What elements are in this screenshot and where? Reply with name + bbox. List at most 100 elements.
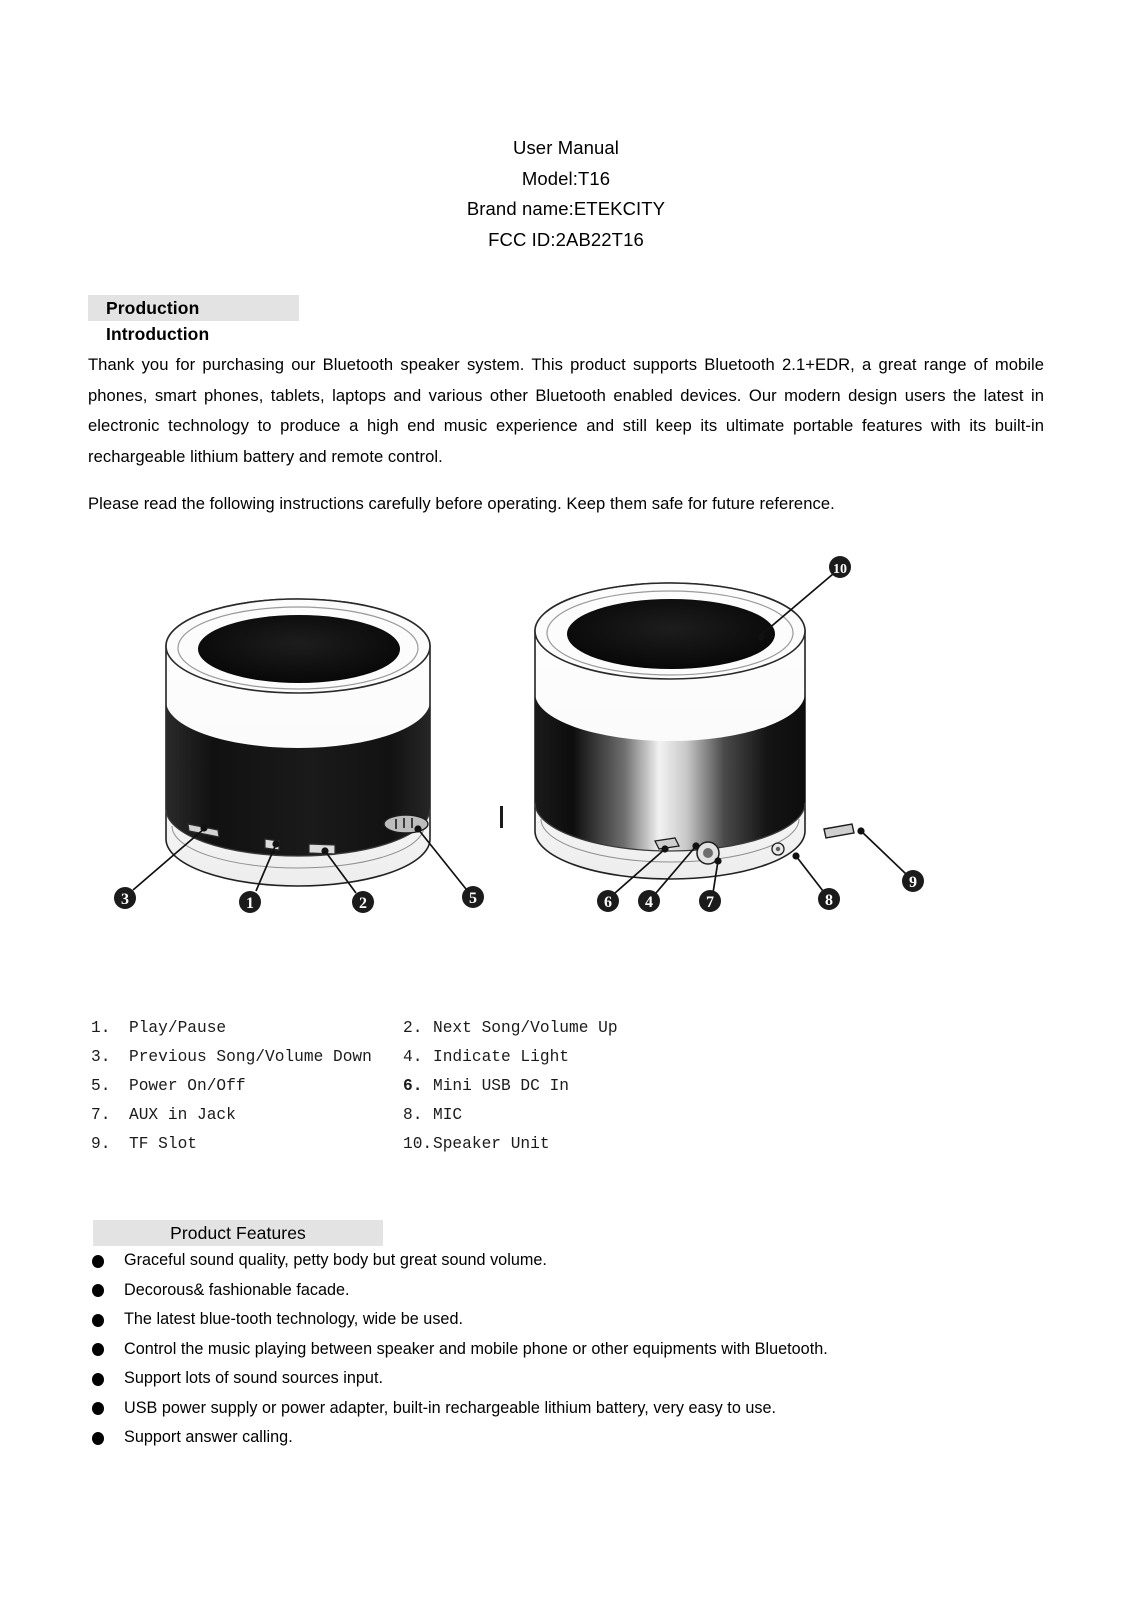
- callout-9: 9: [902, 870, 924, 893]
- product-diagram: 3 1 2 5 10 6 4 7 8 9: [88, 541, 1044, 961]
- bullet-icon: [88, 1394, 124, 1424]
- parts-item-3-number: 3.: [91, 1047, 111, 1066]
- speaker-unit-cone: [567, 599, 775, 670]
- callout-7-label: 7: [706, 894, 714, 911]
- parts-item-9-label: TF Slot: [129, 1134, 197, 1153]
- introduction-note: Please read the following instructions c…: [88, 493, 835, 513]
- section-heading-product-features: Product Features: [93, 1220, 383, 1247]
- speaker-front-view: 3 1 2 5: [114, 598, 484, 914]
- manual-page: User Manual Model:T16 Brand name:ETEKCIT…: [0, 0, 1132, 1600]
- parts-item-4-number: 4.: [403, 1047, 423, 1066]
- feature-item: The latest blue-tooth technology, wide b…: [88, 1305, 1044, 1335]
- callout-anchor-5: [414, 825, 422, 833]
- parts-item-1-number: 1.: [91, 1018, 111, 1037]
- callout-3-label: 3: [121, 891, 129, 908]
- parts-item-4: 4. Indicate Light: [403, 1048, 651, 1066]
- feature-item: Support answer calling.: [88, 1423, 1044, 1453]
- document-title: User Manual: [513, 137, 619, 158]
- bullet-icon: [88, 1305, 124, 1335]
- parts-item-8-label: MIC: [433, 1105, 463, 1124]
- callout-8-label: 8: [825, 892, 833, 909]
- parts-item-2-number: 2.: [403, 1018, 423, 1037]
- parts-item-4-label: Indicate Light: [433, 1047, 569, 1066]
- parts-item-5-label: Power On/Off: [129, 1076, 246, 1095]
- callout-anchor-2: [321, 847, 329, 855]
- callout-7: 7: [699, 890, 721, 913]
- callout-6: 6: [597, 890, 619, 913]
- parts-legend: 1. Play/Pause 2. Next Song/Volume Up 3. …: [91, 1013, 651, 1158]
- callout-anchor-1: [272, 840, 280, 848]
- feature-text: USB power supply or power adapter, built…: [124, 1398, 777, 1417]
- parts-item-8-number: 8.: [403, 1105, 423, 1124]
- callout-4: 4: [638, 890, 660, 913]
- speaker-cone: [198, 615, 400, 684]
- callout-2: 2: [352, 891, 374, 914]
- parts-item-2-label: Next Song/Volume Up: [433, 1018, 618, 1037]
- callout-6-label: 6: [604, 894, 612, 911]
- parts-item-7-label: AUX in Jack: [129, 1105, 236, 1124]
- bullet-icon: [88, 1276, 124, 1306]
- product-features-section: Product Features Graceful sound quality,…: [88, 1220, 1044, 1453]
- document-title-block: User Manual Model:T16 Brand name:ETEKCIT…: [88, 0, 1044, 255]
- bullet-icon: [88, 1335, 124, 1365]
- feature-text: Control the music playing between speake…: [124, 1339, 828, 1358]
- parts-item-5-number: 5.: [91, 1076, 111, 1095]
- power-switch: [383, 814, 429, 834]
- callout-4-label: 4: [645, 894, 653, 911]
- parts-item-1: 1. Play/Pause: [91, 1019, 403, 1037]
- feature-text: Support lots of sound sources input.: [124, 1369, 383, 1388]
- parts-item-3-label: Previous Song/Volume Down: [129, 1047, 372, 1066]
- parts-row: 9. TF Slot 10. Speaker Unit: [91, 1129, 651, 1158]
- parts-row: 1. Play/Pause 2. Next Song/Volume Up: [91, 1013, 651, 1042]
- feature-text: Graceful sound quality, petty body but g…: [124, 1251, 547, 1270]
- callout-anchor-3: [200, 824, 208, 832]
- callout-anchor-7: [714, 857, 722, 865]
- parts-item-1-label: Play/Pause: [129, 1018, 227, 1037]
- parts-item-9-number: 9.: [91, 1134, 111, 1153]
- parts-row: 3. Previous Song/Volume Down 4. Indicate…: [91, 1042, 651, 1071]
- speaker-rear-view: 10 6 4 7 8 9: [534, 556, 924, 913]
- feature-item: Control the music playing between speake…: [88, 1335, 1044, 1365]
- parts-item-6-label: Mini USB DC In: [433, 1076, 569, 1095]
- parts-item-6-number: 6.: [403, 1076, 423, 1095]
- bullet-icon: [88, 1423, 124, 1453]
- parts-item-7-number: 7.: [91, 1105, 111, 1124]
- callout-5: 5: [462, 886, 484, 909]
- parts-item-2: 2. Next Song/Volume Up: [403, 1019, 651, 1037]
- feature-text: Decorous& fashionable facade.: [124, 1280, 350, 1299]
- parts-item-8: 8. MIC: [403, 1106, 651, 1124]
- tf-card-slot: [823, 823, 855, 839]
- callout-anchor-10: [757, 633, 765, 641]
- parts-row: 5. Power On/Off 6. Mini USB DC In: [91, 1071, 651, 1100]
- figure-separator-tick: [500, 806, 503, 829]
- callout-1-label: 1: [246, 895, 254, 912]
- introduction-paragraph: Thank you for purchasing our Bluetooth s…: [88, 355, 1044, 466]
- feature-text: Support answer calling.: [124, 1428, 293, 1447]
- document-model: Model:T16: [521, 167, 611, 189]
- bullet-icon: [88, 1246, 124, 1276]
- parts-item-10-label: Speaker Unit: [433, 1134, 550, 1153]
- callout-anchor-8: [792, 852, 800, 860]
- mic-hole: [771, 842, 785, 856]
- parts-item-6: 6. Mini USB DC In: [403, 1077, 651, 1095]
- callout-10-label: 10: [833, 562, 847, 577]
- section-heading-production-introduction: Production Introduction: [88, 295, 299, 344]
- parts-item-10-number: 10.: [403, 1134, 433, 1153]
- parts-item-7: 7. AUX in Jack: [91, 1106, 403, 1124]
- document-fcc-id: FCC ID:2AB22T16: [488, 228, 644, 250]
- parts-row: 7. AUX in Jack 8. MIC: [91, 1100, 651, 1129]
- speaker-illustration-svg: 3 1 2 5 10 6 4 7 8 9: [114, 556, 924, 914]
- callout-8: 8: [818, 888, 840, 911]
- feature-item: Graceful sound quality, petty body but g…: [88, 1246, 1044, 1276]
- parts-item-10: 10. Speaker Unit: [403, 1135, 651, 1153]
- parts-item-9: 9. TF Slot: [91, 1135, 403, 1153]
- callout-10: 10: [829, 556, 851, 579]
- callout-5-label: 5: [469, 890, 477, 907]
- callout-anchor-6: [661, 845, 669, 853]
- callout-2-label: 2: [359, 895, 367, 912]
- document-brand-name: Brand name:ETEKCITY: [466, 198, 666, 219]
- bullet-icon: [88, 1364, 124, 1394]
- callout-1: 1: [239, 891, 261, 914]
- feature-item: USB power supply or power adapter, built…: [88, 1394, 1044, 1424]
- callout-3: 3: [114, 887, 136, 910]
